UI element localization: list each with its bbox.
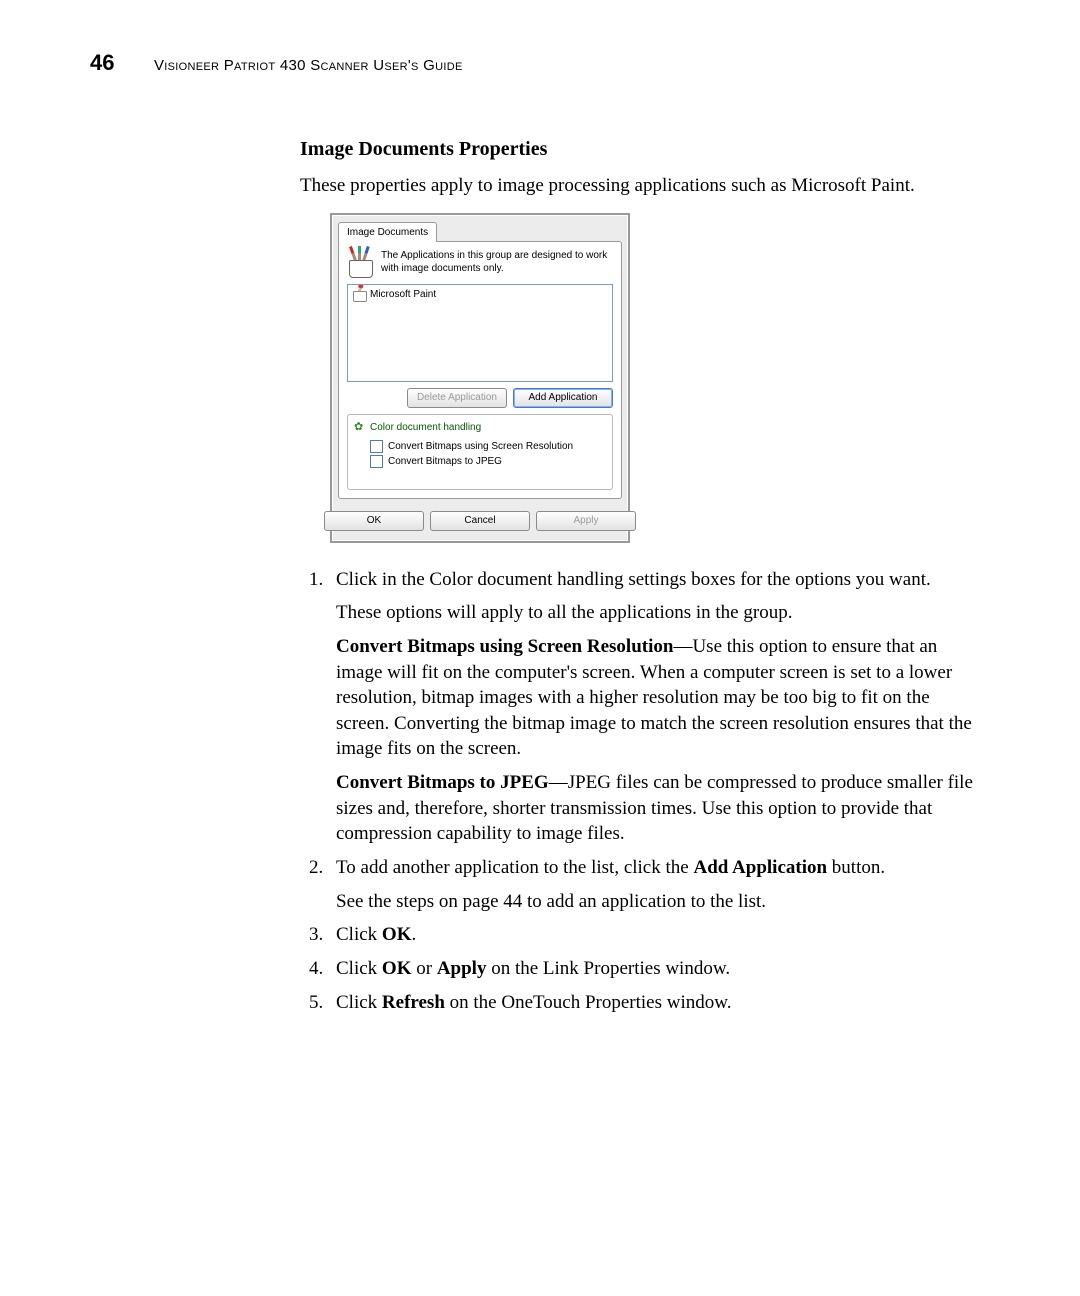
s3-bold: OK xyxy=(382,924,412,945)
s3-pre: Click xyxy=(336,924,382,945)
dialog-description: The Applications in this group are desig… xyxy=(381,250,613,275)
opt-label: Convert Bitmaps using Screen Resolution xyxy=(388,439,573,454)
opt-convert-screen-resolution[interactable]: Convert Bitmaps using Screen Resolution xyxy=(354,439,606,454)
checkbox-icon[interactable] xyxy=(370,455,383,468)
paint-icon xyxy=(352,288,366,302)
s4-mid: or xyxy=(411,958,436,979)
opt2-title: Convert Bitmaps to JPEG xyxy=(336,772,549,793)
intro-paragraph: These properties apply to image processi… xyxy=(300,173,980,199)
apply-button: Apply xyxy=(536,511,636,531)
step-sub-opt1: Convert Bitmaps using Screen Resolution—… xyxy=(336,634,980,762)
s5-post: on the OneTouch Properties window. xyxy=(445,992,732,1013)
step-text: Click in the Color document handling set… xyxy=(336,569,931,590)
step-sub-opt2: Convert Bitmaps to JPEG—JPEG files can b… xyxy=(336,770,980,847)
s5-pre: Click xyxy=(336,992,382,1013)
step-5: Click Refresh on the OneTouch Properties… xyxy=(328,990,980,1016)
add-application-button[interactable]: Add Application xyxy=(513,388,613,408)
step-sub: These options will apply to all the appl… xyxy=(336,600,980,626)
app-list-item-label: Microsoft Paint xyxy=(370,288,436,302)
s2-pre: To add another application to the list, … xyxy=(336,857,693,878)
color-document-handling-group: Color document handling Convert Bitmaps … xyxy=(347,414,613,490)
step-4: Click OK or Apply on the Link Properties… xyxy=(328,956,980,982)
s4-post: on the Link Properties window. xyxy=(486,958,730,979)
step-2: To add another application to the list, … xyxy=(328,855,980,914)
running-head: Visioneer Patriot 430 Scanner User's Gui… xyxy=(154,57,463,74)
section-heading: Image Documents Properties xyxy=(300,136,980,163)
s3-post: . xyxy=(411,924,416,945)
page-header: 46 Visioneer Patriot 430 Scanner User's … xyxy=(90,50,990,76)
ok-button[interactable]: OK xyxy=(324,511,424,531)
step-3: Click OK. xyxy=(328,922,980,948)
s2-bold: Add Application xyxy=(693,857,827,878)
s4-bold2: Apply xyxy=(437,958,487,979)
step-1: Click in the Color document handling set… xyxy=(328,567,980,847)
image-documents-dialog: Image Documents The Applications in this… xyxy=(330,213,630,543)
cancel-button[interactable]: Cancel xyxy=(430,511,530,531)
opt1-title: Convert Bitmaps using Screen Resolution xyxy=(336,636,673,657)
tab-image-documents[interactable]: Image Documents xyxy=(338,222,437,243)
page-number: 46 xyxy=(90,50,130,76)
s4-bold1: OK xyxy=(382,958,412,979)
checkbox-icon[interactable] xyxy=(370,440,383,453)
steps-list: Click in the Color document handling set… xyxy=(300,567,980,1016)
application-list[interactable]: Microsoft Paint xyxy=(347,284,613,382)
opt-label: Convert Bitmaps to JPEG xyxy=(388,454,502,469)
opt-convert-jpeg[interactable]: Convert Bitmaps to JPEG xyxy=(354,454,606,469)
list-item[interactable]: Microsoft Paint xyxy=(352,288,608,302)
dialog-screenshot: Image Documents The Applications in this… xyxy=(330,213,980,543)
s2-post: button. xyxy=(827,857,885,878)
paint-cup-icon xyxy=(347,250,375,278)
s2-sub: See the steps on page 44 to add an appli… xyxy=(336,889,980,915)
s4-pre: Click xyxy=(336,958,382,979)
group-title-label: Color document handling xyxy=(370,421,481,435)
delete-application-button: Delete Application xyxy=(407,388,507,408)
s5-bold: Refresh xyxy=(382,992,445,1013)
gear-icon xyxy=(354,422,366,434)
